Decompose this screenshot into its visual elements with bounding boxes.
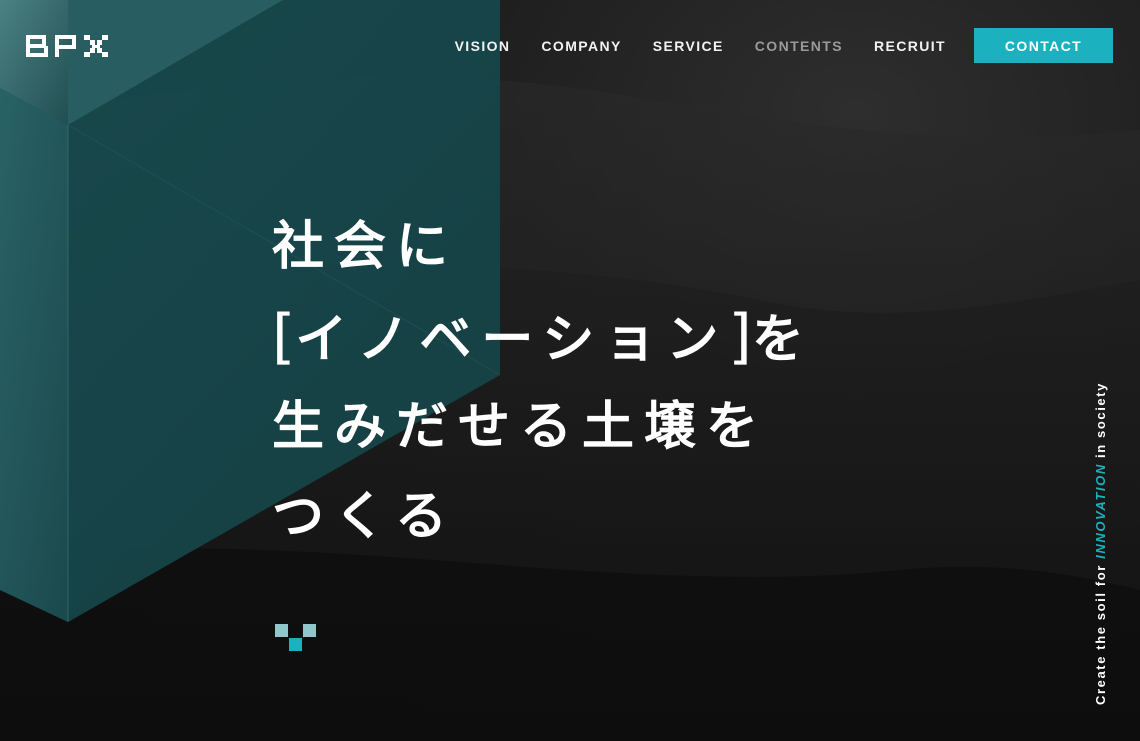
headline-line-1: 社会に [272, 217, 459, 277]
headline-keyword: イノベーション [295, 310, 729, 370]
headline-line-4: つくる [272, 487, 457, 547]
bpx-logo[interactable] [26, 32, 108, 60]
headline-particle: を [751, 310, 814, 370]
headline-line-3: 生みだせる土壌を [272, 397, 769, 457]
nav-contents[interactable]: CONTENTS [755, 38, 843, 54]
contact-button[interactable]: CONTACT [974, 28, 1113, 63]
hero-headline: 社会に [イノベーション]を 生みだせる土壌を つくる [272, 202, 814, 562]
tagline-suffix: in society [1093, 381, 1108, 464]
hero-section: VISION COMPANY SERVICE CONTENTS RECRUIT … [0, 0, 1140, 741]
headline-line-2: [イノベーション]を [272, 292, 814, 382]
tagline-highlight: INNOVATION [1093, 463, 1108, 559]
nav-company[interactable]: COMPANY [541, 38, 621, 54]
nav-recruit[interactable]: RECRUIT [874, 38, 946, 54]
pixel-chevron-down-icon[interactable] [275, 624, 317, 652]
nav-vision[interactable]: VISION [455, 38, 511, 54]
tagline-prefix: Create the soil for [1093, 558, 1108, 705]
bracket-open: [ [272, 302, 296, 372]
side-tagline: Create the soil for INNOVATION in societ… [1093, 382, 1109, 705]
nav-service[interactable]: SERVICE [653, 38, 724, 54]
bracket-close: ] [728, 302, 752, 372]
main-nav: VISION COMPANY SERVICE CONTENTS RECRUIT … [424, 28, 1113, 63]
